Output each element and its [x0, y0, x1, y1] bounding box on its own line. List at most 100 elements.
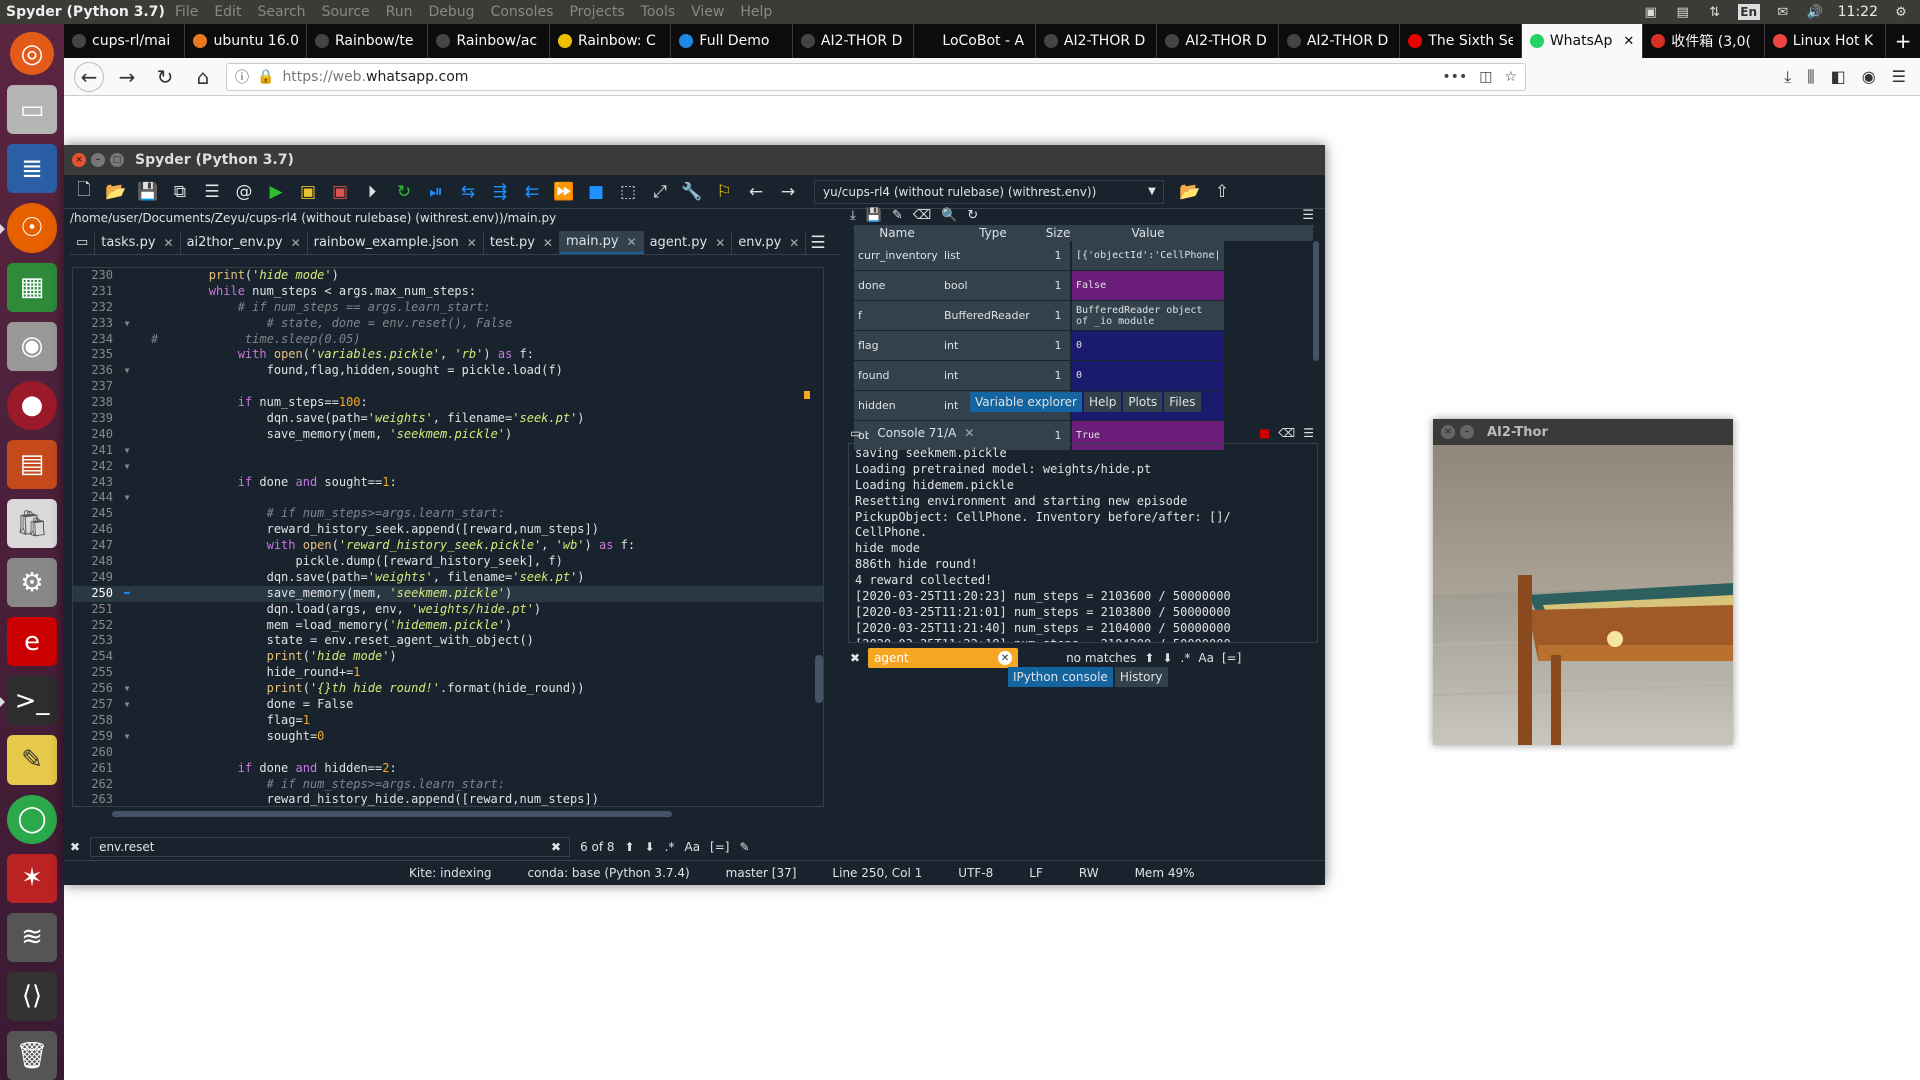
volume-icon[interactable]: 🔊 [1806, 4, 1824, 20]
close-tab-icon[interactable]: ✕ [1623, 34, 1634, 49]
run-cell-icon[interactable]: ▣ [294, 178, 322, 206]
editor-vertical-scrollbar[interactable] [815, 275, 823, 795]
fold-marker[interactable] [117, 777, 137, 793]
pane-tab[interactable]: Help [1083, 392, 1122, 412]
code-line[interactable]: 236 ▼ found,flag,hidden,sought = pickle.l… [73, 363, 823, 379]
files-icon[interactable]: ▭ [7, 85, 57, 135]
variable-row[interactable]: curr_inventory list 1 [{'objectId':'CellPho… [854, 241, 1314, 271]
code-line[interactable]: 259 ▼ sought=0 [73, 729, 823, 745]
fold-marker[interactable] [117, 602, 137, 618]
close-icon[interactable]: × [72, 153, 86, 167]
close-editor-tab-icon[interactable]: ✕ [467, 236, 477, 250]
editor-horizontal-scrollbar[interactable] [72, 809, 824, 819]
browser-tab[interactable]: Linux Hot K [1765, 24, 1887, 58]
browser-tab[interactable]: Rainbow/ac [428, 24, 550, 58]
refresh-icon[interactable]: ↻ [967, 208, 978, 223]
browser-tab[interactable]: AI2-THOR D [1279, 24, 1401, 58]
fold-marker[interactable] [117, 427, 137, 443]
code-line[interactable]: 258 flag=1 [73, 713, 823, 729]
browser-tab[interactable]: Rainbow/te [307, 24, 429, 58]
code-line[interactable]: 249 dqn.save(path='weights', filename='s… [73, 570, 823, 586]
import-data-icon[interactable]: ⤓ [850, 208, 856, 223]
menu-source[interactable]: Source [322, 4, 370, 20]
fold-marker[interactable]: ▼ [117, 459, 137, 475]
code-line[interactable]: 241 ▼ [73, 443, 823, 459]
code-line[interactable]: 246 reward_history_seek.append([reward,n… [73, 522, 823, 538]
browse-directory-icon[interactable]: 📂 [1176, 178, 1204, 206]
url-bar[interactable]: ⓘ 🔒 https://web.whatsapp.com ••• ◫ ☆ [226, 62, 1526, 91]
open-file-icon[interactable]: 📂 [102, 178, 130, 206]
fold-marker[interactable]: ▼ [117, 490, 137, 506]
chevron-down-icon[interactable]: ▼ [1138, 178, 1166, 206]
menu-tools[interactable]: Tools [641, 4, 676, 20]
minimize-icon[interactable]: – [91, 153, 105, 167]
fold-marker[interactable] [117, 395, 137, 411]
code-line[interactable]: 231 while num_steps < args.max_num_steps… [73, 284, 823, 300]
code-line[interactable]: 240 save_memory(mem, 'seekmem.pickle') [73, 427, 823, 443]
fold-marker[interactable] [117, 570, 137, 586]
fold-marker[interactable]: ▼ [117, 697, 137, 713]
close-editor-tab-icon[interactable]: ✕ [291, 236, 301, 250]
code-line[interactable]: 261 if done and hidden==2: [73, 761, 823, 777]
code-line[interactable]: 242 ▼ [73, 459, 823, 475]
fold-marker[interactable] [117, 522, 137, 538]
mail-icon[interactable]: ✉ [1774, 4, 1792, 20]
step-icon[interactable]: ⇆ [454, 178, 482, 206]
wrench-icon[interactable]: 🔧 [678, 178, 706, 206]
bookmark-star-icon[interactable]: ☆ [1504, 69, 1517, 85]
fold-marker[interactable] [117, 792, 137, 806]
run-selection-icon[interactable]: ⏵ [358, 178, 386, 206]
step-into-icon[interactable]: ⇶ [486, 178, 514, 206]
col-value[interactable]: Value [1072, 225, 1224, 241]
editor-tab[interactable]: main.py ✕ [559, 231, 644, 254]
writer-icon[interactable]: ≣ [7, 144, 57, 194]
fold-marker[interactable] [117, 665, 137, 681]
code-line[interactable]: 245 # if num_steps>=args.learn_start: [73, 506, 823, 522]
terminal-icon[interactable]: >_ [0, 676, 57, 726]
console-case-icon[interactable]: Aa [1198, 651, 1214, 665]
close-console-icon[interactable]: ✕ [964, 426, 974, 440]
editor-tab[interactable]: rainbow_example.json ✕ [308, 231, 484, 254]
fold-marker[interactable]: ▼ [117, 443, 137, 459]
outline-icon[interactable]: ☰ [198, 178, 226, 206]
menu-debug[interactable]: Debug [429, 4, 475, 20]
python-path-icon[interactable]: ⚐ [710, 178, 738, 206]
camera-icon[interactable]: ◉ [7, 321, 57, 371]
find-next-icon[interactable]: ⬇ [645, 840, 655, 854]
run-cell-advance-icon[interactable]: ▣ [326, 178, 354, 206]
fold-marker[interactable] [117, 618, 137, 634]
browser-tab[interactable]: Full Demo [671, 24, 793, 58]
account-icon[interactable]: ◉ [1862, 67, 1876, 87]
download-icon[interactable]: ⤓ [1784, 67, 1791, 87]
highlight-icon[interactable]: ✎ [739, 840, 749, 854]
network-app-icon[interactable]: ✶ [7, 853, 57, 903]
store-icon[interactable]: 🛍 [7, 498, 57, 549]
code-line[interactable]: 233 ▼ # state, done = env.reset(), False [73, 316, 823, 332]
menu-view[interactable]: View [691, 4, 724, 20]
clear-console-icon[interactable]: ⌫ [1278, 426, 1295, 440]
at-icon[interactable]: @ [230, 178, 258, 206]
trash-icon[interactable]: 🗑 [7, 1030, 57, 1080]
new-tab-button[interactable]: + [1886, 24, 1920, 58]
fold-marker[interactable] [117, 713, 137, 729]
code-line[interactable]: 255 hide_round+=1 [73, 665, 823, 681]
editor-tab[interactable]: agent.py ✕ [644, 231, 733, 254]
code-line[interactable]: 256 ▼ print('{}th hide round!'.format(hid… [73, 681, 823, 697]
step-return-icon[interactable]: ⇇ [518, 178, 546, 206]
find-input[interactable]: env.reset ✖ [90, 837, 571, 857]
sidebar-icon[interactable]: ◧ [1831, 67, 1846, 87]
ubuntu-icon[interactable]: ◎ [10, 32, 54, 76]
code-line[interactable]: 253 state = env.reset_agent_with_object(… [73, 633, 823, 649]
fold-marker[interactable]: ▼ [117, 681, 137, 697]
vscode-icon[interactable]: ⟨⟩ [7, 971, 57, 1021]
close-editor-tab-icon[interactable]: ✕ [543, 236, 553, 250]
fold-marker[interactable]: ▼ [117, 363, 137, 379]
network-icon[interactable]: ⇅ [1706, 4, 1724, 20]
code-line[interactable]: 248 pickle.dump([reward_history_seek], f… [73, 554, 823, 570]
home-button[interactable]: ⌂ [188, 62, 218, 92]
page-actions-icon[interactable]: ••• [1442, 69, 1467, 85]
maximize-icon[interactable]: □ [110, 153, 124, 167]
code-line[interactable]: 238 if num_steps==100: [73, 395, 823, 411]
files-indicator-icon[interactable]: ▤ [1674, 4, 1692, 20]
impress-icon[interactable]: ▤ [7, 439, 57, 489]
